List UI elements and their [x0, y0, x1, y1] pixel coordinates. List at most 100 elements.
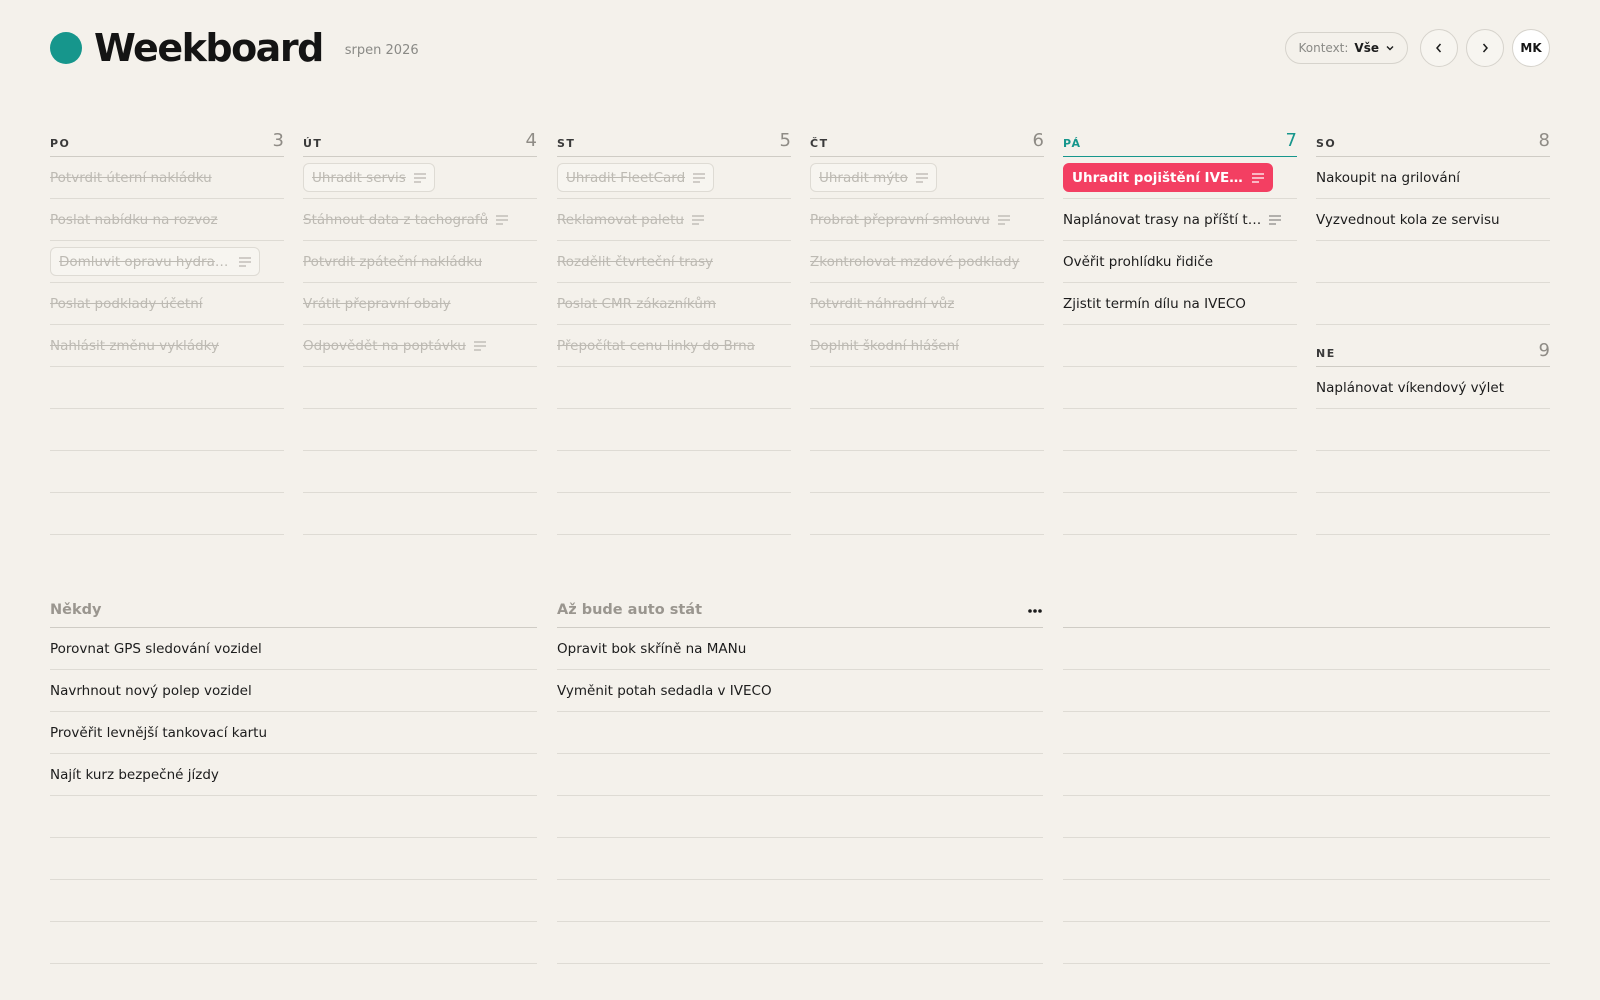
empty-row[interactable]: [557, 493, 791, 535]
empty-row[interactable]: [303, 493, 537, 535]
task-row[interactable]: Uhradit pojištění IVECO: [1063, 157, 1297, 199]
task-row[interactable]: Najít kurz bezpečné jízdy: [50, 754, 537, 796]
task-row[interactable]: Rozdělit čtvrteční trasy: [557, 241, 791, 283]
task-row[interactable]: Poslat nabídku na rozvoz: [50, 199, 284, 241]
task-row[interactable]: Navrhnout nový polep vozidel: [50, 670, 537, 712]
task-text: Stáhnout data z tachografů: [303, 211, 489, 228]
task-row[interactable]: Potvrdit úterní nakládku: [50, 157, 284, 199]
empty-row[interactable]: [557, 796, 1043, 838]
task-chip-highlighted[interactable]: Uhradit pojištění IVECO: [1063, 163, 1273, 192]
task-row[interactable]: Reklamovat paletu: [557, 199, 791, 241]
task-row[interactable]: Stáhnout data z tachografů: [303, 199, 537, 241]
empty-row[interactable]: [1063, 409, 1297, 451]
empty-row[interactable]: [303, 451, 537, 493]
task-chip[interactable]: Uhradit FleetCard: [557, 163, 715, 192]
task-text: Probrat přepravní smlouvu: [810, 211, 990, 228]
context-selector[interactable]: Kontext: Vše: [1285, 32, 1408, 64]
task-text: Odpovědět na poptávku: [303, 337, 466, 354]
task-chip[interactable]: Domluvit opravu hydrau…: [50, 247, 260, 276]
section-title[interactable]: Někdy: [50, 602, 101, 618]
task-row[interactable]: Naplánovat víkendový výlet: [1316, 367, 1550, 409]
task-row[interactable]: Nahlásit změnu vykládky: [50, 325, 284, 367]
task-text: Prověřit levnější tankovací kartu: [50, 724, 268, 741]
empty-row[interactable]: [1063, 451, 1297, 493]
empty-row[interactable]: [1316, 409, 1550, 451]
task-row[interactable]: Uhradit FleetCard: [557, 157, 791, 199]
empty-row[interactable]: [557, 880, 1043, 922]
task-row[interactable]: Vyzvednout kola ze servisu: [1316, 199, 1550, 241]
empty-row[interactable]: [50, 451, 284, 493]
task-row[interactable]: Naplánovat trasy na příští t…: [1063, 199, 1297, 241]
empty-row[interactable]: [557, 922, 1043, 964]
empty-row[interactable]: [810, 493, 1044, 535]
empty-row[interactable]: [303, 367, 537, 409]
empty-row[interactable]: [1316, 241, 1550, 283]
empty-row[interactable]: [557, 409, 791, 451]
task-row[interactable]: Opravit bok skříně na MANu: [557, 628, 1043, 670]
task-row[interactable]: Vrátit přepravní obaly: [303, 283, 537, 325]
day-number: 6: [1032, 130, 1044, 151]
empty-row[interactable]: [810, 451, 1044, 493]
task-row[interactable]: Potvrdit náhradní vůz: [810, 283, 1044, 325]
empty-row[interactable]: [1063, 628, 1550, 670]
section-car-parked: Až bude auto stát Opravit bok skříně na …: [557, 588, 1043, 964]
empty-row[interactable]: [303, 409, 537, 451]
empty-row[interactable]: [1063, 880, 1550, 922]
empty-row[interactable]: [557, 754, 1043, 796]
empty-row[interactable]: [50, 838, 537, 880]
empty-row[interactable]: [1063, 922, 1550, 964]
empty-row[interactable]: [557, 367, 791, 409]
context-label: Kontext:: [1298, 41, 1349, 55]
empty-row[interactable]: [1063, 367, 1297, 409]
empty-row[interactable]: [1063, 325, 1297, 367]
day-name: PO: [50, 137, 71, 150]
empty-row[interactable]: [1316, 451, 1550, 493]
empty-row[interactable]: [50, 880, 537, 922]
task-text: Uhradit pojištění IVECO: [1072, 169, 1244, 186]
task-row[interactable]: Domluvit opravu hydrau…: [50, 241, 284, 283]
task-row[interactable]: Zjistit termín dílu na IVECO: [1063, 283, 1297, 325]
empty-row[interactable]: [1063, 493, 1297, 535]
empty-row[interactable]: [50, 409, 284, 451]
task-row[interactable]: Poslat podklady účetní: [50, 283, 284, 325]
empty-row[interactable]: [1063, 796, 1550, 838]
task-row[interactable]: Poslat CMR zákazníkům: [557, 283, 791, 325]
task-chip[interactable]: Uhradit servis: [303, 163, 435, 192]
user-avatar[interactable]: MK: [1512, 29, 1550, 67]
task-row[interactable]: Zkontrolovat mzdové podklady: [810, 241, 1044, 283]
empty-row[interactable]: [1316, 493, 1550, 535]
section-title[interactable]: Až bude auto stát: [557, 602, 702, 618]
task-row[interactable]: Probrat přepravní smlouvu: [810, 199, 1044, 241]
task-row[interactable]: Vyměnit potah sedadla v IVECO: [557, 670, 1043, 712]
empty-row[interactable]: [1063, 670, 1550, 712]
task-row[interactable]: Porovnat GPS sledování vozidel: [50, 628, 537, 670]
empty-row[interactable]: [50, 493, 284, 535]
empty-row[interactable]: [810, 409, 1044, 451]
empty-row[interactable]: [1316, 283, 1550, 325]
empty-row[interactable]: [50, 367, 284, 409]
empty-row[interactable]: [557, 838, 1043, 880]
task-text: Naplánovat víkendový výlet: [1316, 379, 1504, 396]
empty-row[interactable]: [810, 367, 1044, 409]
task-row[interactable]: Uhradit mýto: [810, 157, 1044, 199]
prev-week-button[interactable]: [1420, 29, 1458, 67]
task-text: Přepočítat cenu linky do Brna: [557, 337, 755, 354]
task-row[interactable]: Prověřit levnější tankovací kartu: [50, 712, 537, 754]
empty-row[interactable]: [557, 451, 791, 493]
task-row[interactable]: Uhradit servis: [303, 157, 537, 199]
empty-row[interactable]: [1063, 754, 1550, 796]
task-row[interactable]: Potvrdit zpáteční nakládku: [303, 241, 537, 283]
empty-row[interactable]: [50, 922, 537, 964]
next-week-button[interactable]: [1466, 29, 1504, 67]
task-row[interactable]: Nakoupit na grilování: [1316, 157, 1550, 199]
task-row[interactable]: Ověřit prohlídku řidiče: [1063, 241, 1297, 283]
more-icon[interactable]: [1027, 608, 1043, 614]
task-chip[interactable]: Uhradit mýto: [810, 163, 937, 192]
task-row[interactable]: Přepočítat cenu linky do Brna: [557, 325, 791, 367]
empty-row[interactable]: [557, 712, 1043, 754]
empty-row[interactable]: [1063, 838, 1550, 880]
empty-row[interactable]: [1063, 712, 1550, 754]
task-row[interactable]: Doplnit škodní hlášení: [810, 325, 1044, 367]
empty-row[interactable]: [50, 796, 537, 838]
task-row[interactable]: Odpovědět na poptávku: [303, 325, 537, 367]
